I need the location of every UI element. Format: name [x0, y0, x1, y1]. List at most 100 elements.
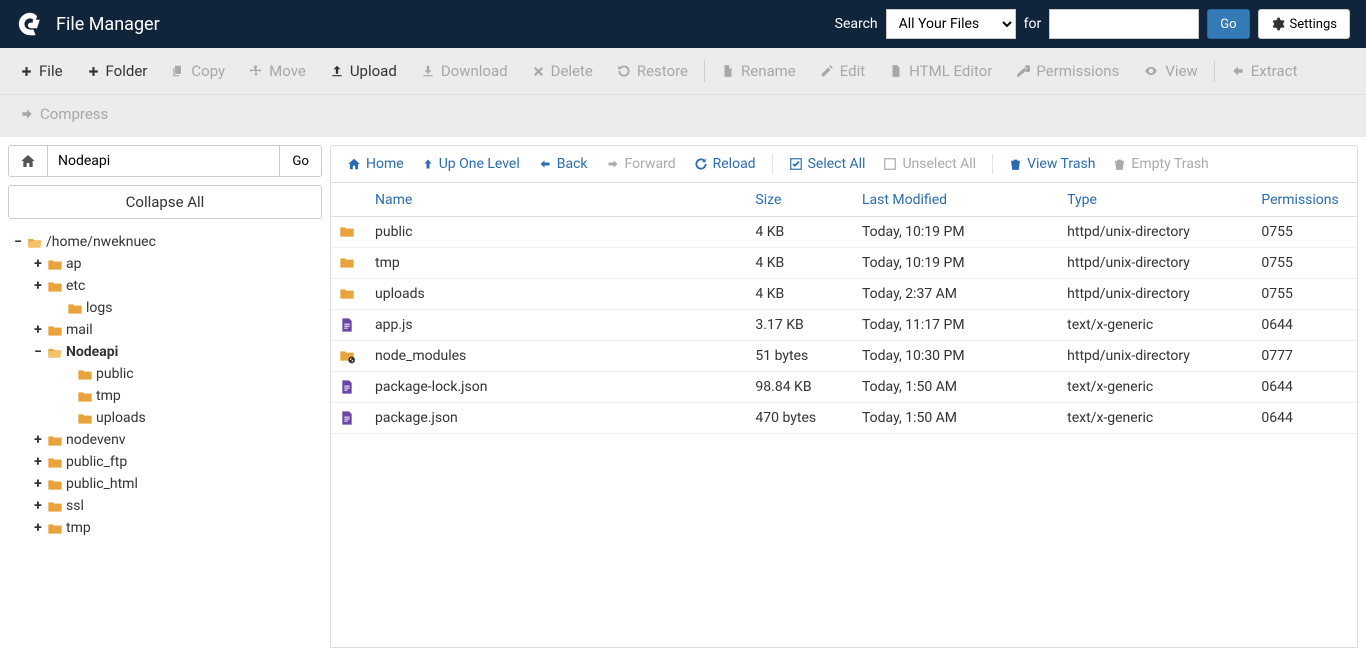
- col-permissions[interactable]: Permissions: [1261, 192, 1357, 208]
- tree-toggle-icon[interactable]: +: [32, 520, 44, 536]
- folder-open-icon: [46, 345, 62, 359]
- cell-size: 51 bytes: [755, 348, 862, 364]
- tree-item[interactable]: −Nodeapi: [8, 341, 322, 363]
- tree-item[interactable]: +public_ftp: [8, 451, 322, 473]
- extract-button[interactable]: Extract: [1221, 58, 1308, 84]
- edit-button[interactable]: Edit: [810, 58, 875, 84]
- folder-icon: [46, 499, 62, 513]
- tree-item[interactable]: +mail: [8, 319, 322, 341]
- download-button[interactable]: Download: [411, 58, 518, 84]
- folder-icon: [46, 323, 62, 337]
- tree-toggle-icon[interactable]: +: [32, 278, 44, 294]
- tree-item[interactable]: +uploads: [8, 407, 322, 429]
- tree-item[interactable]: + ap: [8, 253, 322, 275]
- col-type[interactable]: Type: [1067, 192, 1261, 208]
- tree-item-label: tmp: [96, 388, 121, 404]
- file-icon: [331, 409, 371, 427]
- table-row[interactable]: uploads4 KBToday, 2:37 AMhttpd/unix-dire…: [331, 279, 1357, 310]
- search-scope-select[interactable]: All Your Files: [886, 9, 1016, 39]
- table-row[interactable]: tmp4 KBToday, 10:19 PMhttpd/unix-directo…: [331, 248, 1357, 279]
- file-button[interactable]: File: [10, 58, 73, 84]
- tree-toggle-icon[interactable]: +: [32, 256, 44, 272]
- table-row[interactable]: app.js3.17 KBToday, 11:17 PMtext/x-gener…: [331, 310, 1357, 341]
- search-bar: Search All Your Files for Go Settings: [835, 9, 1350, 39]
- tree-item[interactable]: +logs: [8, 297, 322, 319]
- tree-toggle-icon[interactable]: +: [32, 454, 44, 470]
- tree-item[interactable]: +tmp: [8, 517, 322, 539]
- tree-toggle-icon[interactable]: +: [32, 322, 44, 338]
- fm-home-button[interactable]: Home: [341, 154, 410, 174]
- tree-toggle-icon[interactable]: −: [32, 344, 44, 360]
- tree-item[interactable]: +nodevenv: [8, 429, 322, 451]
- home-button[interactable]: [8, 145, 48, 177]
- file-table: Name Size Last Modified Type Permissions…: [330, 183, 1358, 648]
- file-manager-toolbar: Home Up One Level Back Forward Reload Se…: [330, 145, 1358, 183]
- tree-item[interactable]: + etc: [8, 275, 322, 297]
- folder-button[interactable]: Folder: [77, 58, 158, 84]
- col-modified[interactable]: Last Modified: [862, 192, 1067, 208]
- fm-select-all-button[interactable]: Select All: [783, 154, 872, 174]
- cell-modified: Today, 10:19 PM: [862, 255, 1067, 271]
- table-row[interactable]: package-lock.json98.84 KBToday, 1:50 AMt…: [331, 372, 1357, 403]
- cell-size: 4 KB: [755, 255, 862, 271]
- tree-toggle-icon[interactable]: −: [12, 234, 24, 250]
- cell-modified: Today, 1:50 AM: [862, 410, 1067, 426]
- view-button[interactable]: View: [1133, 58, 1207, 84]
- upload-button[interactable]: Upload: [320, 58, 407, 84]
- delete-button[interactable]: Delete: [522, 58, 603, 84]
- tree-toggle-icon[interactable]: +: [32, 476, 44, 492]
- tree-item-label: ap: [66, 256, 81, 272]
- search-input[interactable]: [1049, 9, 1199, 39]
- fm-back-button[interactable]: Back: [532, 154, 594, 174]
- cell-permissions: 0644: [1261, 410, 1357, 426]
- cell-permissions: 0644: [1261, 317, 1357, 333]
- path-go-button[interactable]: Go: [280, 145, 322, 177]
- cell-modified: Today, 2:37 AM: [862, 286, 1067, 302]
- tree-toggle-icon[interactable]: +: [32, 498, 44, 514]
- folder-icon: [46, 521, 62, 535]
- col-size[interactable]: Size: [755, 192, 862, 208]
- search-go-button[interactable]: Go: [1207, 9, 1249, 39]
- folder-icon: [331, 255, 371, 271]
- copy-button[interactable]: Copy: [161, 58, 235, 84]
- settings-button[interactable]: Settings: [1258, 9, 1350, 39]
- table-row[interactable]: public4 KBToday, 10:19 PMhttpd/unix-dire…: [331, 217, 1357, 248]
- toolbar-separator: [1214, 60, 1215, 82]
- tree-toggle-icon[interactable]: +: [32, 432, 44, 448]
- tree-item[interactable]: −/home/nweknuec: [8, 231, 322, 253]
- table-row[interactable]: package.json470 bytesToday, 1:50 AMtext/…: [331, 403, 1357, 434]
- tree-item[interactable]: +ssl: [8, 495, 322, 517]
- cell-type: text/x-generic: [1067, 410, 1261, 426]
- fm-unselect-all-button[interactable]: Unselect All: [877, 154, 982, 174]
- fm-up-button[interactable]: Up One Level: [416, 154, 526, 174]
- folder-icon: [46, 257, 62, 271]
- cell-permissions: 0755: [1261, 224, 1357, 240]
- table-row[interactable]: node_modules51 bytesToday, 10:30 PMhttpd…: [331, 341, 1357, 372]
- permissions-button[interactable]: Permissions: [1006, 58, 1129, 84]
- folder-icon: [331, 224, 371, 240]
- cell-size: 4 KB: [755, 224, 862, 240]
- fm-empty-trash-button[interactable]: Empty Trash: [1107, 154, 1214, 174]
- tree-item[interactable]: +public: [8, 363, 322, 385]
- restore-button[interactable]: Restore: [607, 58, 698, 84]
- tree-item[interactable]: +public_html: [8, 473, 322, 495]
- tree-item-label: etc: [66, 278, 85, 294]
- html-editor-button[interactable]: HTML Editor: [879, 58, 1002, 84]
- collapse-all-button[interactable]: Collapse All: [8, 185, 322, 219]
- tree-item-label: public: [96, 366, 134, 382]
- tree-item-label: logs: [86, 300, 112, 316]
- compress-button[interactable]: Compress: [10, 101, 118, 127]
- cell-name: node_modules: [371, 348, 755, 364]
- topbar: File Manager Search All Your Files for G…: [0, 0, 1366, 48]
- move-button[interactable]: Move: [239, 58, 316, 84]
- fm-reload-button[interactable]: Reload: [688, 154, 762, 174]
- rename-button[interactable]: Rename: [711, 58, 806, 84]
- right-pane: Home Up One Level Back Forward Reload Se…: [330, 137, 1366, 656]
- col-name[interactable]: Name: [371, 192, 755, 208]
- tree-item[interactable]: +tmp: [8, 385, 322, 407]
- fm-forward-button[interactable]: Forward: [600, 154, 682, 174]
- cell-modified: Today, 10:19 PM: [862, 224, 1067, 240]
- fm-view-trash-button[interactable]: View Trash: [1003, 154, 1101, 174]
- folder-icon: [76, 411, 92, 425]
- path-input[interactable]: [48, 145, 280, 177]
